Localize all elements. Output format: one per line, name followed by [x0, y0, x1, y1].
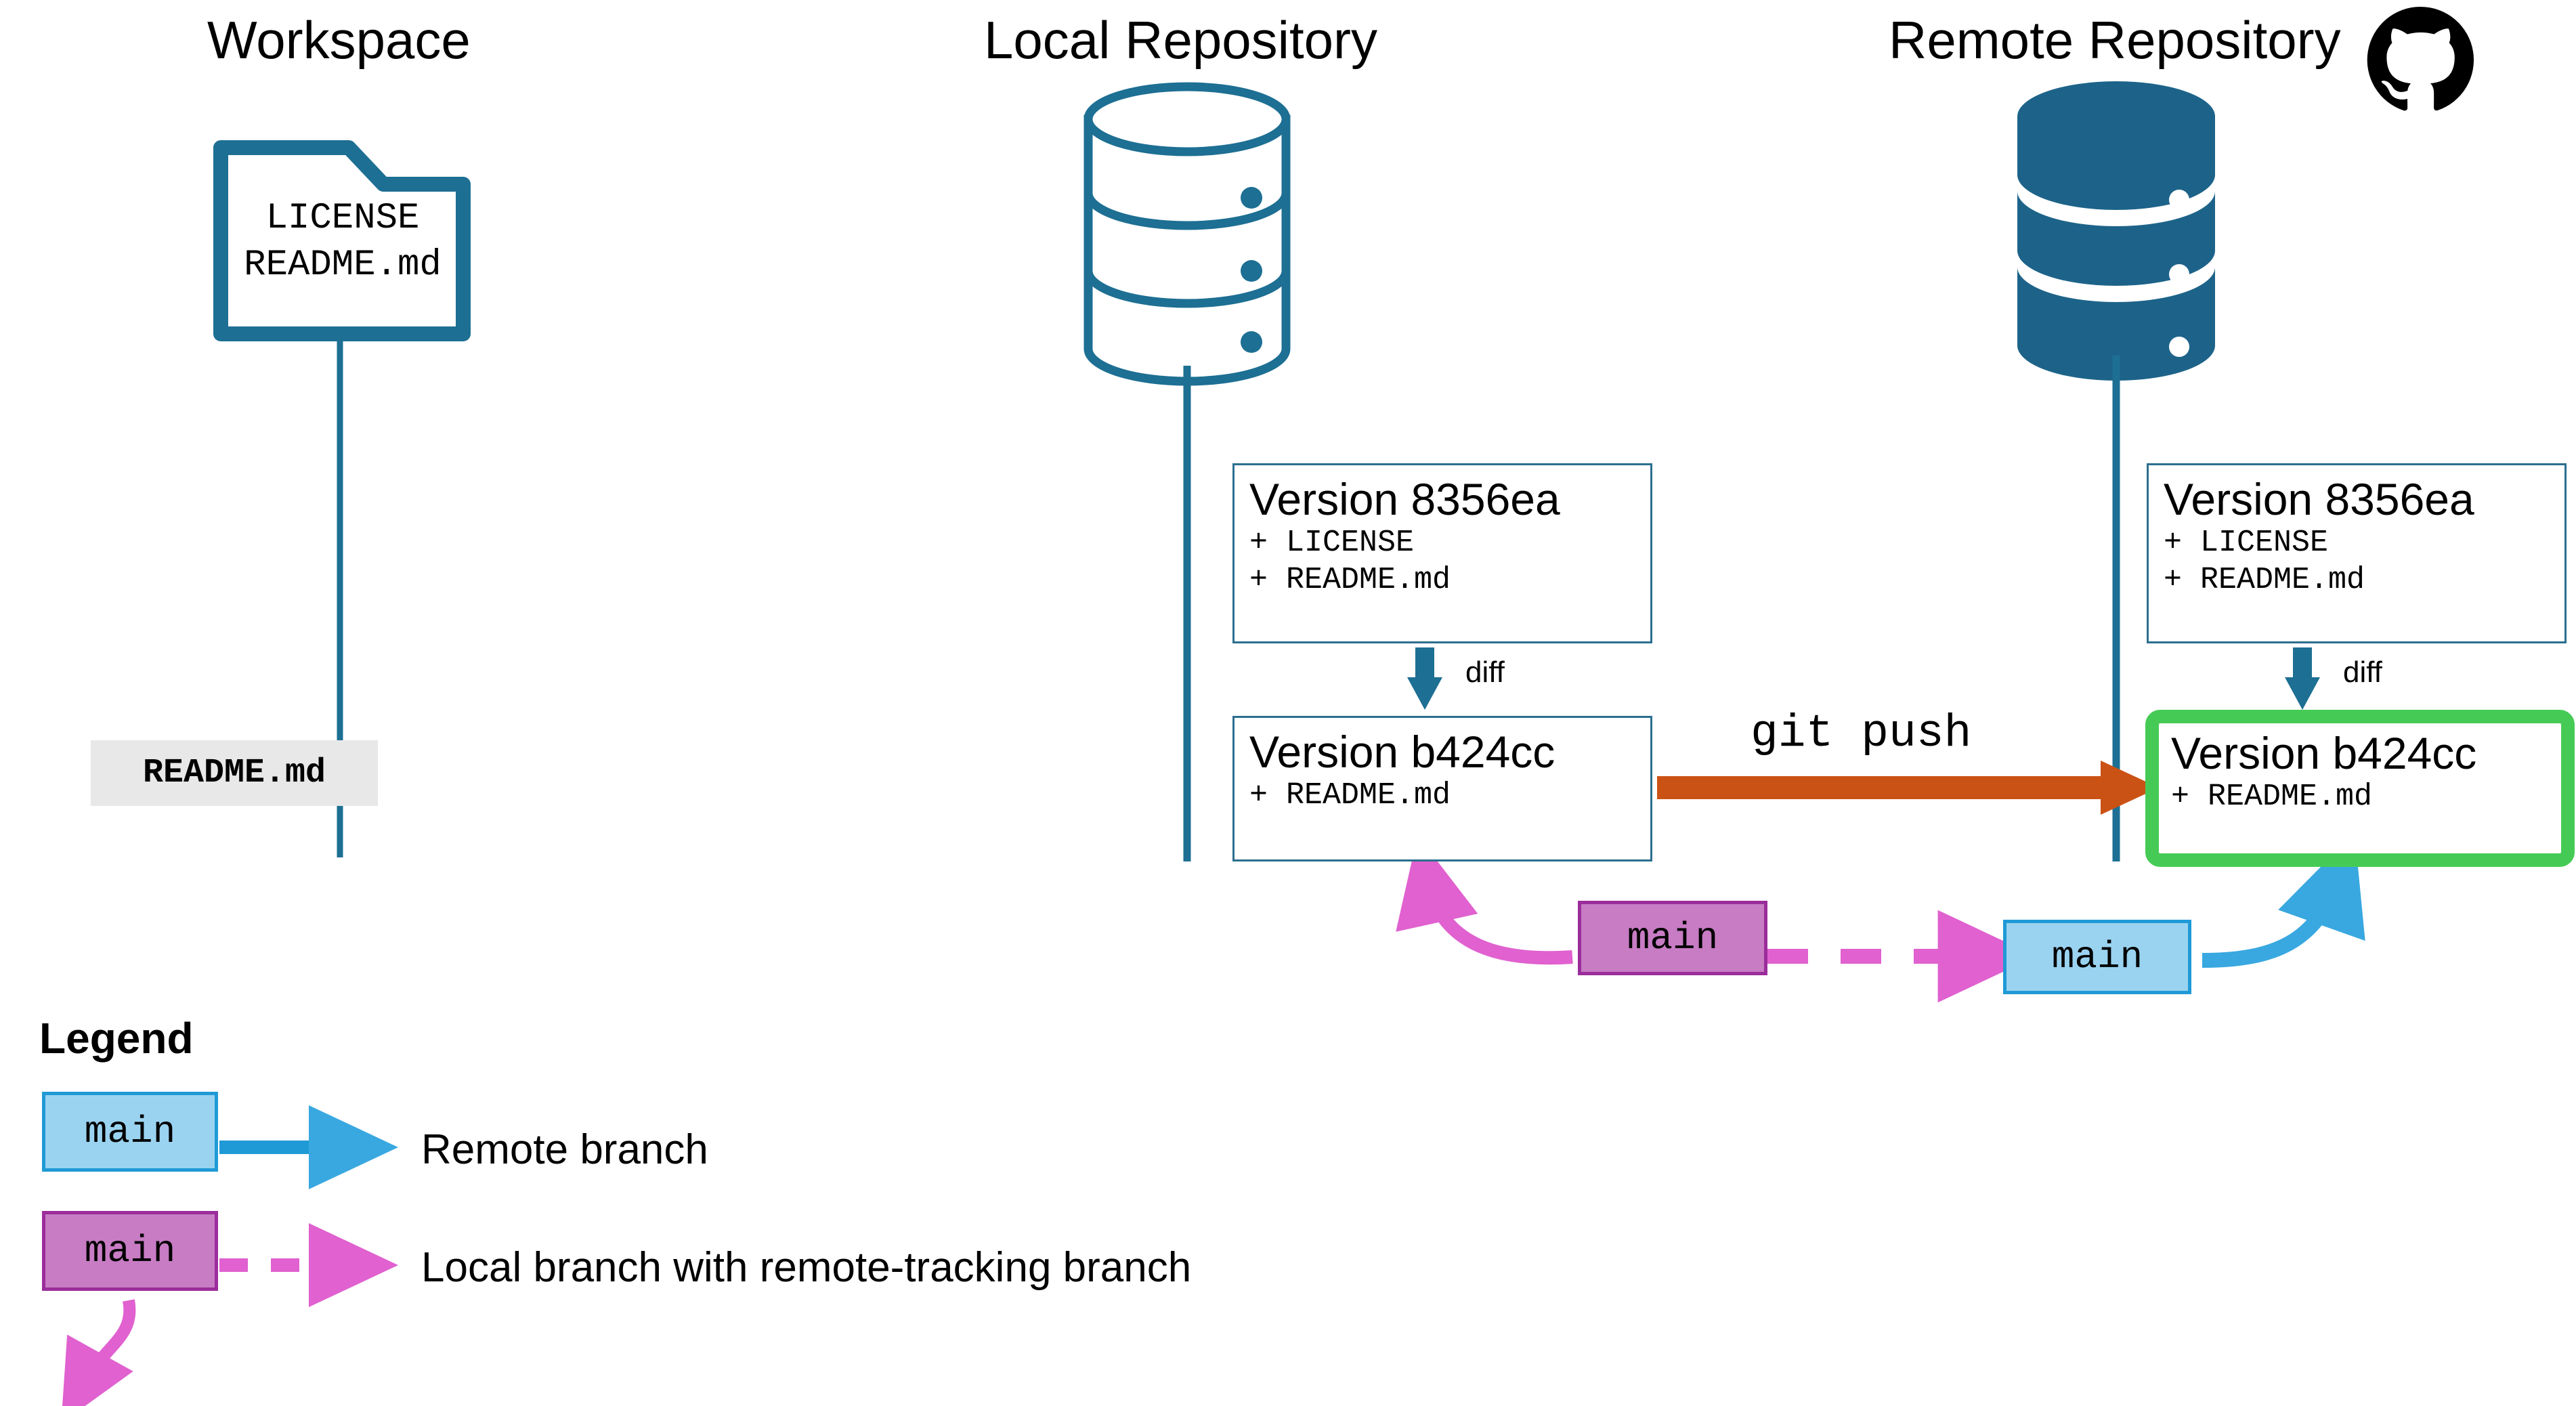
- version-file-line: + README.md: [1249, 562, 1451, 597]
- version-title: Version b424cc: [2171, 728, 2477, 778]
- git-push-arrow: [1657, 761, 2159, 815]
- column-title-local-repository: Local Repository: [984, 10, 1377, 70]
- legend-title: Legend: [39, 1014, 194, 1063]
- git-push-label: git push: [1751, 708, 1972, 760]
- legend-chip-local-branch: main: [42, 1211, 218, 1291]
- version-title: Version b424cc: [1249, 727, 1555, 777]
- github-octocat-icon: [2367, 6, 2474, 111]
- database-stack-icon: [1083, 82, 1291, 386]
- remote-version-box-8356ea[interactable]: Version 8356ea + LICENSE + README.md: [2147, 463, 2567, 643]
- local-diff-label: diff: [1465, 656, 1505, 689]
- version-file-line: + LICENSE: [2164, 525, 2329, 560]
- local-diff-arrow: [1407, 647, 1442, 710]
- diagram-canvas: Workspace Local Repository Remote Reposi…: [0, 0, 2576, 1406]
- database-stack-filled-icon: [2017, 81, 2215, 381]
- remote-version-box-b424cc-highlighted[interactable]: Version b424cc + README.md: [2145, 710, 2575, 867]
- local-branch-chip-main[interactable]: main: [1578, 901, 1767, 975]
- version-file-line: + LICENSE: [1249, 525, 1415, 560]
- remote-diff-arrow: [2285, 647, 2320, 710]
- column-title-remote-repository: Remote Repository: [1889, 10, 2341, 70]
- folder-file-list: LICENSE README.md: [244, 198, 442, 286]
- version-title: Version 8356ea: [2164, 474, 2474, 524]
- version-file-line: + README.md: [1249, 777, 1451, 813]
- local-branch-pointer-arrow: [1396, 835, 1573, 965]
- version-title: Version 8356ea: [1249, 474, 1560, 524]
- legend-label-local-branch: Local branch with remote-tracking branch: [421, 1244, 1192, 1291]
- remote-branch-pointer-arrow: [2202, 832, 2365, 968]
- local-version-box-b424cc[interactable]: Version b424cc + README.md: [1232, 716, 1652, 861]
- legend-local-curl-arrow: [61, 1299, 136, 1406]
- column-title-workspace: Workspace: [207, 10, 471, 70]
- legend-label-remote-branch: Remote branch: [421, 1126, 708, 1173]
- legend-chip-remote-branch: main: [42, 1092, 218, 1172]
- version-file-line: + README.md: [2164, 562, 2365, 597]
- workspace-changed-file: README.md: [91, 740, 378, 806]
- local-version-box-8356ea[interactable]: Version 8356ea + LICENSE + README.md: [1232, 463, 1652, 643]
- remote-diff-label: diff: [2343, 656, 2382, 689]
- remote-branch-chip-main[interactable]: main: [2003, 920, 2191, 994]
- version-file-line: + README.md: [2171, 779, 2373, 814]
